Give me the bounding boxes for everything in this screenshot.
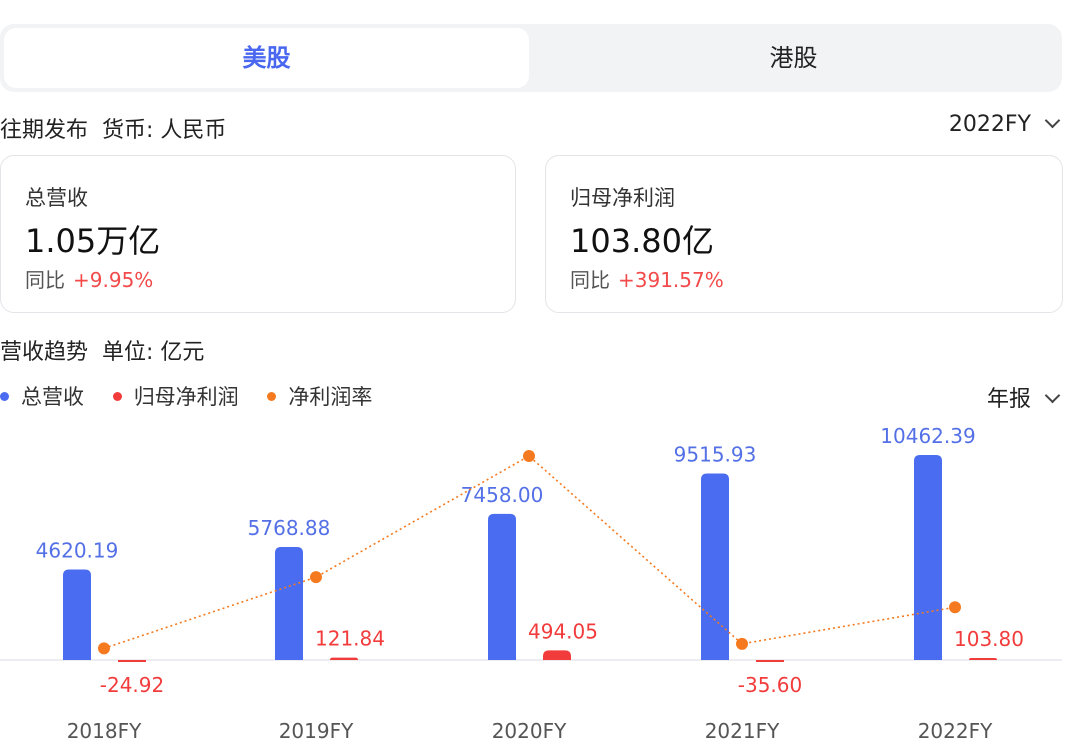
net-profit-bar-label: -35.60 — [738, 673, 802, 697]
legend-dot-net-profit — [112, 391, 122, 401]
net-profit-card: 归母净利润 103.80亿 同比 +391.57% — [545, 155, 1063, 313]
net-profit-title: 归母净利润 — [570, 186, 675, 210]
revenue-value: 1.05万亿 — [25, 222, 161, 260]
net-margin-point — [523, 450, 535, 462]
revenue-bar-label: 9515.93 — [674, 443, 757, 467]
net-profit-bar — [543, 650, 571, 660]
revenue-bar-label: 5768.88 — [248, 516, 331, 540]
revenue-bar-label: 4620.19 — [36, 538, 119, 562]
revenue-bar — [701, 473, 729, 660]
legend-dot-margin — [267, 391, 277, 401]
revenue-card: 总营收 1.05万亿 同比 +9.95% — [0, 155, 516, 313]
net-profit-bar-label: 494.05 — [528, 619, 598, 643]
report-period-value: 年报 — [986, 387, 1031, 412]
net-margin-point — [949, 601, 961, 614]
net-margin-point — [98, 642, 110, 655]
tab-us-stocks[interactable]: 美股 — [4, 28, 529, 88]
legend-dot-revenue — [0, 391, 9, 401]
legend-label-revenue: 总营收 — [21, 385, 84, 409]
period-currency-row: 往期发布 货币: 人民币 — [0, 112, 226, 144]
revenue-bar-label: 10462.39 — [880, 424, 975, 448]
x-tick-label: 2020FY — [492, 719, 567, 743]
x-tick-label: 2018FY — [67, 719, 142, 743]
chevron-down-icon — [1044, 112, 1061, 129]
net-profit-value: 103.80亿 — [570, 222, 714, 260]
revenue-bar — [914, 455, 942, 660]
net-profit-yoy: 同比 +391.57% — [570, 264, 724, 293]
net-profit-bar — [118, 660, 146, 662]
revenue-bar — [488, 513, 516, 660]
yoy-label: 同比 — [570, 268, 610, 292]
net-profit-bar — [330, 657, 358, 660]
trend-title: 营收趋势 — [0, 340, 89, 365]
net-profit-bar-label: 121.84 — [315, 627, 385, 651]
net-profit-bar-label: -24.92 — [100, 673, 164, 697]
fiscal-year-select[interactable]: 2022FY — [948, 112, 1061, 137]
revenue-bar-label: 7458.00 — [461, 483, 544, 507]
net-margin-point — [310, 571, 322, 584]
x-tick-label: 2019FY — [279, 719, 354, 743]
net-profit-bar — [756, 660, 784, 662]
net-profit-bar-label: 103.80 — [954, 627, 1024, 651]
trend-header: 营收趋势 单位: 亿元 — [0, 334, 204, 366]
period-label: 往期发布 — [0, 118, 89, 143]
revenue-yoy-value: +9.95% — [73, 268, 154, 292]
chart-legend: 总营收 归母净利润 净利润率 — [0, 381, 394, 411]
net-margin-point — [736, 637, 748, 650]
tab-hk-stocks[interactable]: 港股 — [529, 28, 1058, 88]
report-period-select[interactable]: 年报 — [986, 381, 1061, 413]
legend-item-margin[interactable]: 净利润率 — [267, 381, 372, 411]
net-profit-yoy-value: +391.57% — [618, 268, 724, 292]
trend-unit: 单位: 亿元 — [102, 340, 205, 365]
chevron-down-icon — [1044, 387, 1061, 404]
revenue-trend-chart: 4620.19 -24.92 2018FY 5768.88 121.84 2019FY 74… — [0, 424, 1062, 743]
market-tabs: 美股 港股 — [0, 24, 1062, 92]
currency-label: 货币: 人民币 — [102, 118, 227, 143]
legend-label-margin: 净利润率 — [288, 385, 373, 409]
x-tick-label: 2022FY — [918, 719, 993, 743]
revenue-title: 总营收 — [25, 186, 88, 210]
yoy-label: 同比 — [25, 268, 65, 292]
revenue-bar — [63, 569, 91, 660]
revenue-bar — [275, 546, 303, 660]
fiscal-year-value: 2022FY — [948, 112, 1031, 137]
legend-label-net-profit: 归母净利润 — [133, 385, 239, 409]
legend-item-net-profit[interactable]: 归母净利润 — [112, 381, 239, 411]
net-profit-bar — [969, 657, 997, 660]
legend-item-revenue[interactable]: 总营收 — [0, 381, 84, 411]
x-tick-label: 2021FY — [705, 719, 780, 743]
revenue-yoy: 同比 +9.95% — [25, 264, 153, 293]
